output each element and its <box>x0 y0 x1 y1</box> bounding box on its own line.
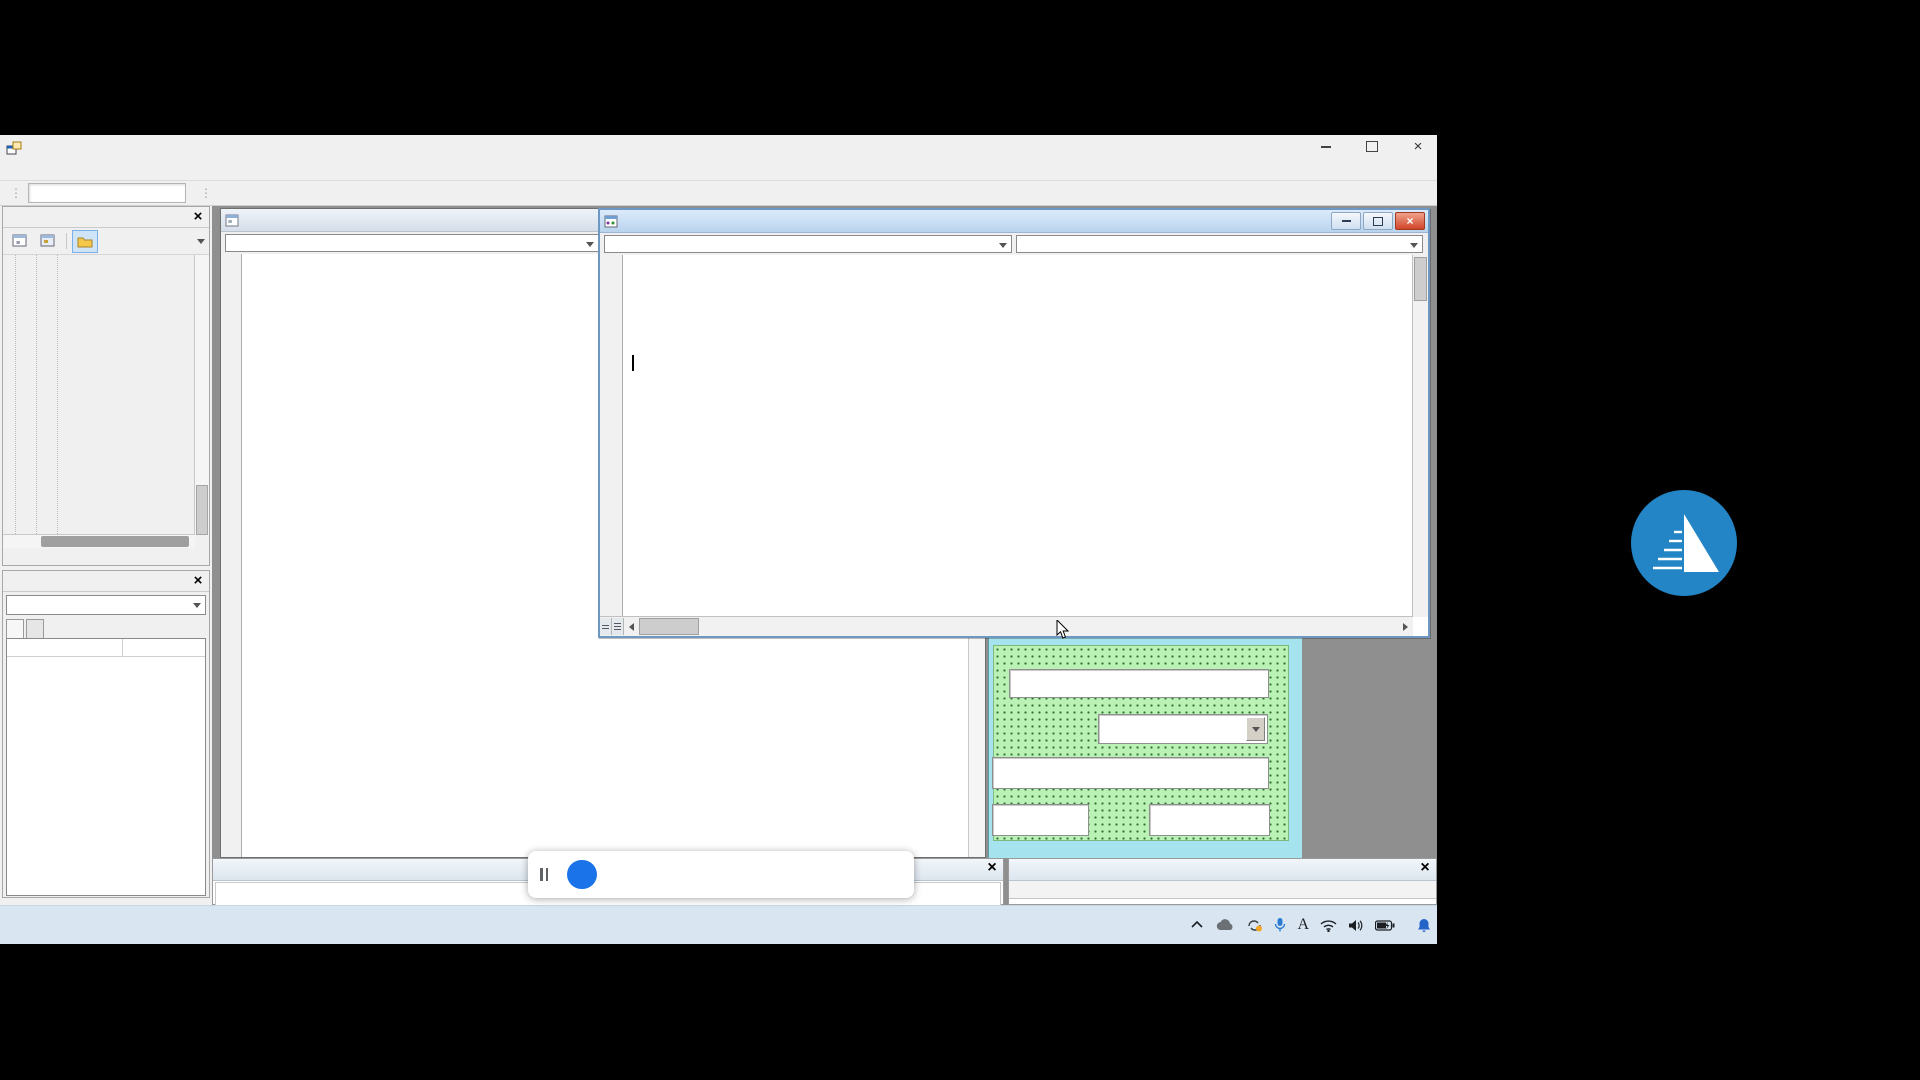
project-tree[interactable] <box>3 255 209 548</box>
code-window-icon: ≡ <box>225 214 242 227</box>
toolbar-grip-2[interactable]: ⋮ <box>200 186 210 200</box>
scroll-right-icon[interactable] <box>1403 623 1408 631</box>
text-cursor <box>632 355 634 371</box>
ime-mode-icon[interactable]: A <box>1297 916 1309 934</box>
form-combobox[interactable] <box>1098 714 1268 744</box>
code-window-config: × <box>598 208 1430 638</box>
property-name <box>7 639 123 656</box>
tab-alphabetic[interactable] <box>6 619 24 638</box>
onedrive-icon[interactable] <box>1215 919 1235 932</box>
close-button[interactable]: × <box>1403 137 1433 156</box>
toggle-folders-button[interactable] <box>72 230 98 253</box>
form-textbox-left[interactable] <box>992 804 1089 836</box>
vba-app-icon <box>6 141 23 154</box>
mouse-cursor <box>1056 620 1070 645</box>
chevron-down-icon <box>193 603 201 608</box>
hscroll-thumb[interactable] <box>639 618 699 635</box>
split-view-button[interactable] <box>600 618 612 635</box>
front-combo-row <box>600 233 1428 257</box>
battery-icon[interactable] <box>1375 920 1395 931</box>
child-minimize-button[interactable] <box>1331 212 1361 230</box>
sync-icon[interactable] <box>1246 918 1263 933</box>
minimize-button[interactable] <box>1311 137 1341 156</box>
watch-window: × <box>1008 858 1437 905</box>
scroll-left-icon[interactable] <box>629 623 634 631</box>
taskbar: A <box>0 905 1437 944</box>
svg-text:≡: ≡ <box>16 240 20 247</box>
maximize-button[interactable] <box>1357 137 1387 156</box>
microphone-icon[interactable] <box>1274 917 1286 933</box>
margin-indicator-bar <box>600 255 623 636</box>
wifi-icon[interactable] <box>1320 919 1337 932</box>
declarations-combobox[interactable] <box>1016 235 1423 253</box>
vba-titlebar: × <box>0 135 1437 160</box>
margin-indicator-bar <box>221 254 242 857</box>
userform-canvas[interactable] <box>993 645 1289 841</box>
project-tree-vscrollbar[interactable] <box>194 255 209 534</box>
speaker-icon[interactable] <box>1348 919 1364 932</box>
tab-categorized[interactable] <box>26 619 44 638</box>
view-object-button[interactable] <box>35 230 61 253</box>
form-textbox[interactable] <box>1009 669 1269 698</box>
child-close-button[interactable]: × <box>1395 212 1425 230</box>
userform-designer <box>988 637 1302 858</box>
immediate-close-icon[interactable]: × <box>983 859 1001 877</box>
front-window-titlebar[interactable]: × <box>600 210 1428 233</box>
shared-screen: × ⋮ ⋮ × ≡ <box>0 135 1437 905</box>
view-code-button[interactable]: ≡ <box>7 230 33 253</box>
split-view-button-2[interactable] <box>612 618 624 635</box>
notification-bell-icon[interactable] <box>1417 918 1431 933</box>
child-restore-button[interactable] <box>1363 212 1393 230</box>
form-textbox-map[interactable] <box>1149 804 1270 836</box>
form-textbox-wide[interactable] <box>992 757 1269 789</box>
chevron-down-icon <box>586 242 594 247</box>
properties-panel: × <box>2 570 210 898</box>
properties-panel-titlebar[interactable]: × <box>3 571 209 592</box>
tray-chevron-up-icon[interactable] <box>1190 920 1204 930</box>
project-tree-hscrollbar[interactable] <box>3 534 195 548</box>
general-combobox[interactable] <box>604 235 1012 253</box>
toolbar-grip[interactable]: ⋮ <box>10 186 20 200</box>
project-panel-titlebar[interactable]: × <box>3 207 209 228</box>
code-window-icon <box>604 215 621 228</box>
watch-close-icon[interactable]: × <box>1416 859 1434 877</box>
properties-object-selector[interactable] <box>6 595 206 615</box>
watch-column-headers <box>1009 881 1436 899</box>
chevron-down-icon <box>999 243 1007 248</box>
properties-panel-close-icon[interactable]: × <box>189 571 207 589</box>
watch-titlebar[interactable]: × <box>1009 859 1436 881</box>
stop-sharing-button[interactable] <box>567 860 597 889</box>
scroll-up-icon[interactable] <box>197 239 205 244</box>
project-panel-close-icon[interactable]: × <box>189 207 207 225</box>
front-code-editor[interactable] <box>600 255 1428 636</box>
svg-text:≡: ≡ <box>228 219 232 226</box>
object-combobox[interactable] <box>225 234 599 252</box>
toolbar: ⋮ ⋮ <box>0 181 1437 206</box>
property-row[interactable] <box>7 639 205 657</box>
meet-sharing-bar <box>528 851 914 898</box>
property-value <box>123 639 205 656</box>
project-explorer-panel: × ≡ <box>2 206 210 566</box>
participant-avatar <box>1629 488 1739 598</box>
form-combobox-dropdown[interactable] <box>1246 717 1265 741</box>
cursor-position-indicator <box>28 183 186 203</box>
front-code-vscrollbar[interactable] <box>1412 255 1428 617</box>
chevron-down-icon <box>1410 243 1418 248</box>
front-code-hscrollbar[interactable] <box>600 616 1413 636</box>
menu-bar <box>0 159 1437 181</box>
project-panel-toolbar: ≡ <box>3 228 209 255</box>
pause-sharing-icon[interactable] <box>540 868 548 881</box>
properties-grid[interactable] <box>6 638 206 896</box>
